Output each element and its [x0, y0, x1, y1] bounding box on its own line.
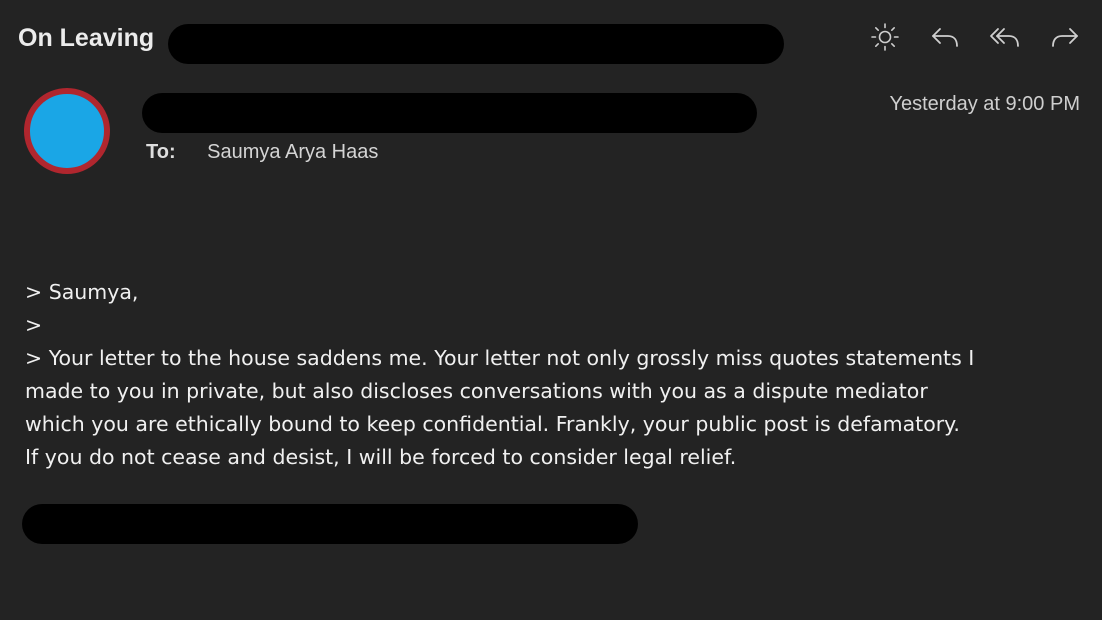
recipient-row: To: Saumya Arya Haas — [146, 141, 378, 164]
body-line: If you do not cease and desist, I will b… — [25, 445, 737, 469]
sun-icon — [869, 21, 901, 58]
message-toolbar — [862, 22, 1088, 56]
reply-all-button[interactable] — [982, 22, 1028, 56]
message-body: > Saumya, > > Your letter to the house s… — [25, 276, 1075, 474]
sender-avatar[interactable] — [24, 88, 110, 174]
message-date: Yesterday at 9:00 PM — [889, 93, 1081, 115]
body-line: which you are ethically bound to keep co… — [25, 412, 960, 436]
to-label: To: — [146, 141, 176, 163]
recipient-name[interactable]: Saumya Arya Haas — [207, 141, 378, 163]
forward-icon — [1049, 21, 1081, 58]
body-line: > Your letter to the house saddens me. Y… — [25, 346, 975, 370]
reply-button[interactable] — [922, 22, 968, 56]
sender-redaction — [142, 93, 757, 133]
body-line: made to you in private, but also disclos… — [25, 379, 928, 403]
appearance-button[interactable] — [862, 22, 908, 56]
email-subject: On Leaving — [18, 24, 155, 52]
body-line: > — [25, 313, 43, 337]
body-line: > Saumya, — [25, 280, 139, 304]
reply-all-icon — [989, 21, 1021, 58]
subject-redaction — [168, 24, 784, 64]
forward-button[interactable] — [1042, 22, 1088, 56]
reply-icon — [929, 21, 961, 58]
signature-redaction — [22, 504, 638, 544]
